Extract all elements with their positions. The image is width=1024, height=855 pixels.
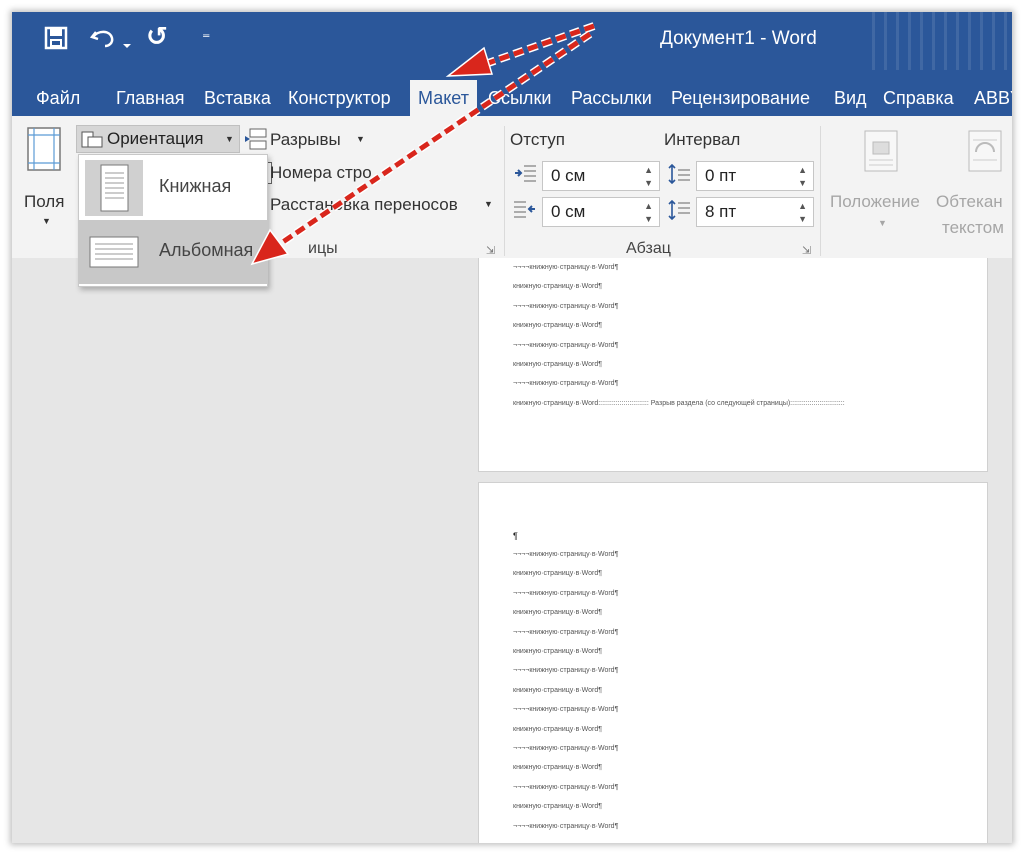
arrow-to-layout-tab <box>445 22 596 77</box>
annotation-arrows <box>250 22 596 266</box>
arrow-to-landscape-option <box>250 30 593 266</box>
word-window: ↺ ⁼ Документ1 - Word Файл Главная Вставк… <box>12 12 1012 843</box>
